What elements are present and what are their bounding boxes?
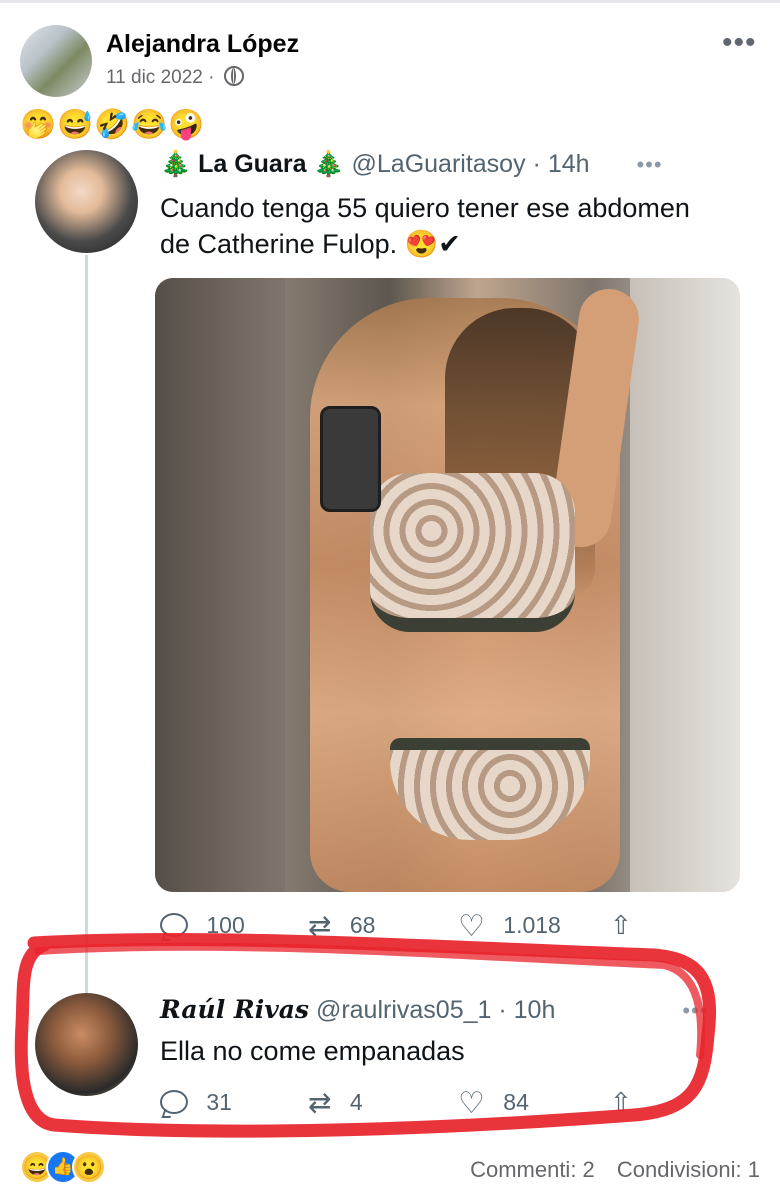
photo-door bbox=[155, 278, 285, 892]
tweet-author-name: La Guara bbox=[198, 150, 307, 178]
tree-emoji: 🎄 bbox=[160, 150, 192, 178]
wow-reaction-icon: 😮 bbox=[72, 1150, 106, 1184]
globe-icon bbox=[223, 66, 244, 86]
tweet-header: 🎄 La Guara 🎄 @LaGuaritasoy · 14h ••• bbox=[160, 150, 663, 179]
highlight-stroke-2 bbox=[34, 942, 706, 1059]
comments-count[interactable]: Commenti: 2 bbox=[470, 1157, 595, 1182]
post-date[interactable]: 11 dic 2022 bbox=[106, 67, 203, 88]
post-caption: 🤭😅🤣😂🤪 bbox=[20, 109, 206, 141]
post-meta: 11 dic 2022 · bbox=[106, 66, 244, 89]
poster-avatar[interactable] bbox=[20, 25, 92, 97]
poster-name[interactable]: Alejandra López bbox=[106, 30, 299, 59]
tweet-more-icon: ••• bbox=[636, 152, 663, 177]
post-stats: Commenti: 2 Condivisioni: 1 bbox=[470, 1157, 760, 1183]
tweet-text: Cuando tenga 55 quiero tener ese abdomen… bbox=[160, 193, 690, 259]
red-highlight-scribble bbox=[14, 933, 717, 1138]
photo-phone bbox=[320, 406, 381, 512]
tweet-photo[interactable] bbox=[155, 278, 740, 892]
tree-emoji: 🎄 bbox=[313, 150, 345, 178]
tweet-avatar bbox=[35, 150, 138, 253]
photo-wall bbox=[630, 278, 740, 892]
highlight-stroke bbox=[14, 933, 717, 1138]
top-divider bbox=[0, 0, 780, 3]
post-options-button[interactable]: ••• bbox=[722, 26, 757, 60]
shares-count[interactable]: Condivisioni: 1 bbox=[617, 1157, 760, 1182]
thread-connector bbox=[85, 255, 88, 995]
photo-top bbox=[370, 473, 575, 632]
tweet-handle: @LaGuaritasoy bbox=[351, 150, 526, 178]
tweet-time: · 14h bbox=[532, 150, 590, 178]
meta-separator: · bbox=[208, 67, 215, 88]
